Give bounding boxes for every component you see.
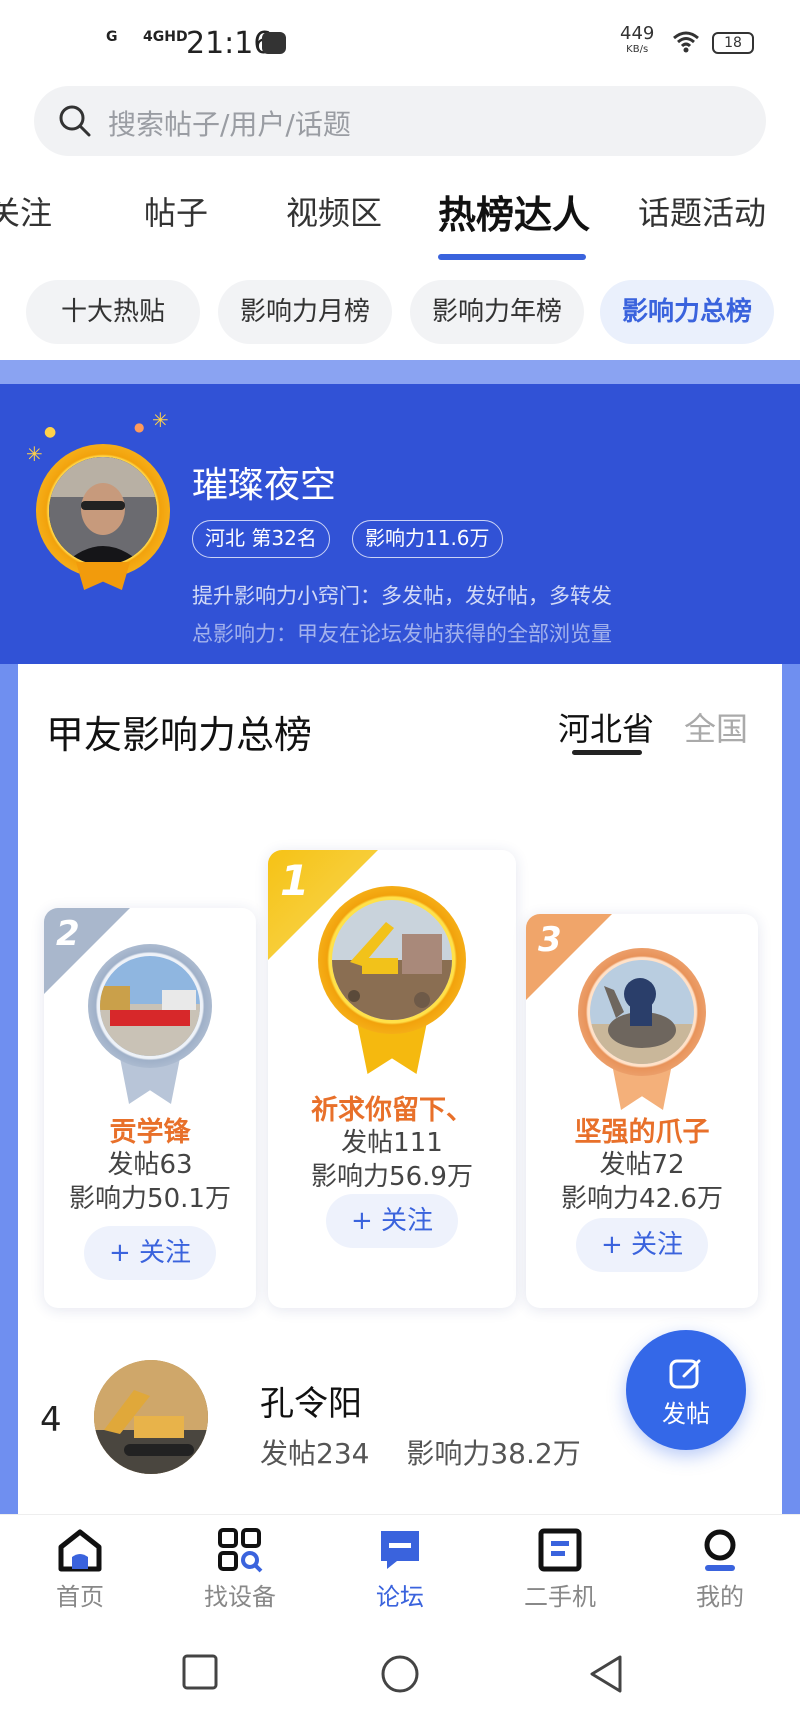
active-tab-indicator — [438, 254, 586, 260]
rank-number: 3 — [538, 920, 562, 960]
edit-icon — [668, 1356, 704, 1396]
forum-icon — [330, 1527, 470, 1575]
rank-username: 孔令阳 — [260, 1384, 362, 1424]
influence-value: 影响力42.6万 — [561, 1184, 723, 1214]
signal-indicator: G — [106, 29, 118, 45]
pill-yearly[interactable]: 影响力年榜 — [410, 280, 584, 344]
sparkle-icon: ✳ — [26, 442, 43, 466]
influence-tag: 影响力11.6万 — [352, 520, 503, 558]
post-count: 发帖234 — [260, 1437, 370, 1470]
used-machine-icon — [490, 1527, 630, 1575]
rank-3-card[interactable]: 3 坚强的爪子 发帖72 影响力42.6万 + 关注 — [526, 914, 758, 1308]
gold-medal-avatar — [318, 886, 466, 1034]
avatar-photo — [49, 457, 157, 565]
network-type-indicator: 4GHD — [143, 29, 188, 45]
region-tab-national[interactable]: 全国 — [684, 704, 748, 750]
system-navigation-bar — [0, 1624, 800, 1733]
influence-value: 影响力56.9万 — [311, 1162, 473, 1192]
nav-label: 二手机 — [524, 1583, 596, 1611]
region-rank-tag: 河北 第32名 — [192, 520, 330, 558]
pill-overall[interactable]: 影响力总榜 — [600, 280, 774, 344]
my-ranking-header: ● ✳ ✳ ● 璀璨夜空 河北 第32名 影响力11.6万 提升影响力小窍门：多… — [0, 384, 800, 664]
my-avatar[interactable] — [36, 444, 170, 590]
avatar-ribbon — [76, 562, 130, 590]
search-placeholder: 搜索帖子/用户/话题 — [108, 108, 351, 141]
leaderboard-title: 甲友影响力总榜 — [46, 713, 313, 757]
region-tab-province[interactable]: 河北省 — [558, 704, 654, 750]
hero-top-band — [0, 360, 800, 384]
bronze-medal-avatar — [578, 948, 706, 1076]
avatar-photo — [332, 900, 452, 1020]
nav-used-machine[interactable]: 二手机 — [490, 1527, 630, 1612]
rank-2-card[interactable]: 2 贡学锋 发帖63 影响力50.1万 + 关注 — [44, 908, 256, 1308]
notification-app-icon — [262, 32, 286, 54]
nav-forum[interactable]: 论坛 — [330, 1527, 470, 1612]
silver-medal-avatar — [88, 944, 212, 1068]
pill-monthly[interactable]: 影响力月榜 — [218, 280, 392, 344]
pill-top-ten[interactable]: 十大热贴 — [26, 280, 200, 344]
follow-button[interactable]: + 关注 — [576, 1218, 708, 1272]
region-tab-indicator — [572, 750, 642, 755]
influence-value: 影响力38.2万 — [406, 1437, 581, 1470]
influence-tip: 提升影响力小窍门：多发帖，发好帖，多转发 — [192, 584, 612, 608]
follow-button[interactable]: + 关注 — [326, 1194, 458, 1248]
sparkle-icon: ● — [134, 420, 145, 434]
nav-find-device[interactable]: 找设备 — [170, 1527, 310, 1612]
rank-number: 4 — [40, 1400, 62, 1440]
post-count: 发帖72 — [599, 1150, 685, 1180]
post-count: 发帖63 — [107, 1150, 193, 1180]
tab-video[interactable]: 视频区 — [286, 188, 382, 234]
tab-posts[interactable]: 帖子 — [144, 188, 208, 234]
battery-indicator: 18 — [712, 32, 754, 54]
recent-apps-icon[interactable] — [182, 1654, 218, 1694]
influence-value: 影响力50.1万 — [69, 1184, 231, 1214]
influence-definition: 总影响力：甲友在论坛发帖获得的全部浏览量 — [192, 622, 612, 646]
nav-label: 找设备 — [204, 1583, 276, 1611]
search-bar[interactable]: 搜索帖子/用户/话题 — [34, 86, 766, 156]
network-speed-value: 449 — [620, 23, 655, 44]
post-count: 发帖111 — [341, 1128, 443, 1158]
home-icon — [10, 1527, 150, 1575]
nav-label: 我的 — [696, 1583, 744, 1611]
find-device-icon — [170, 1527, 310, 1575]
create-post-button[interactable]: 发帖 — [626, 1330, 746, 1450]
avatar-photo — [590, 960, 694, 1064]
rank-number: 2 — [56, 914, 80, 954]
home-circle-icon[interactable] — [380, 1654, 420, 1698]
tab-hot-ranking[interactable]: 热榜达人 — [438, 184, 590, 239]
sparkle-icon: ● — [44, 424, 57, 440]
tab-follow[interactable]: 关注 — [0, 188, 52, 234]
bottom-navigation: 首页 找设备 论坛 二手机 我的 — [0, 1514, 800, 1624]
network-speed: 449 KB/s — [620, 23, 655, 58]
wifi-icon — [672, 30, 700, 58]
tab-topic-activity[interactable]: 话题活动 — [638, 188, 766, 234]
sparkle-icon: ✳ — [152, 408, 169, 432]
nav-profile[interactable]: 我的 — [650, 1527, 790, 1612]
avatar-photo — [100, 956, 200, 1056]
network-speed-unit: KB/s — [626, 44, 649, 55]
nav-label: 论坛 — [376, 1583, 424, 1611]
search-icon — [58, 104, 92, 142]
nav-label: 首页 — [56, 1583, 104, 1611]
rank-number: 1 — [280, 856, 310, 905]
top-tabs: 关注 帖子 视频区 热榜达人 话题活动 — [0, 180, 800, 270]
avatar-photo[interactable] — [94, 1360, 208, 1474]
follow-button[interactable]: + 关注 — [84, 1226, 216, 1280]
back-icon[interactable] — [588, 1654, 624, 1698]
rank-1-card[interactable]: 1 祈求你留下、 发帖111 影响力56.9万 + 关注 — [268, 850, 516, 1308]
create-post-label: 发帖 — [662, 1400, 710, 1428]
profile-icon — [650, 1527, 790, 1575]
my-username: 璀璨夜空 — [192, 465, 337, 506]
status-time: 21:16 — [186, 26, 273, 61]
rank-stats: 发帖234 影响力38.2万 — [260, 1432, 609, 1472]
nav-home[interactable]: 首页 — [10, 1527, 150, 1612]
status-bar: G 4GHD 21:16 449 KB/s 18 — [0, 0, 800, 80]
